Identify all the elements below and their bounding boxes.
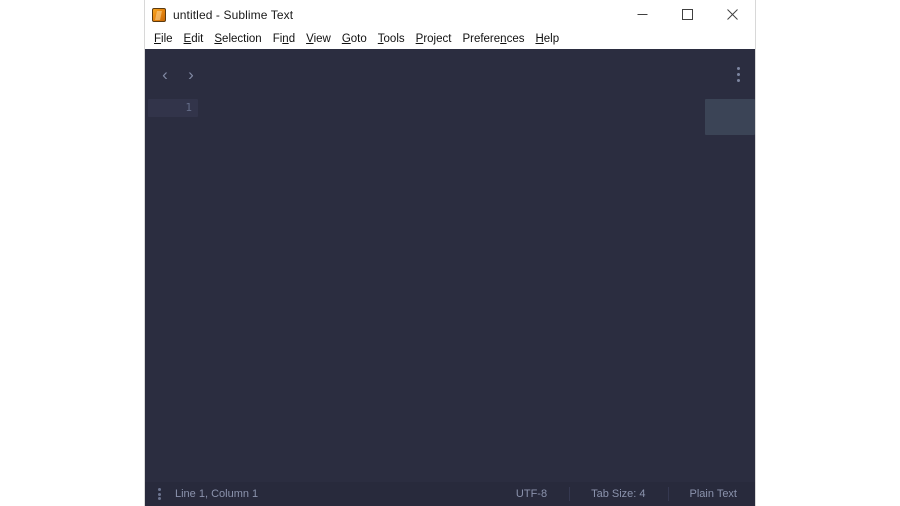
menu-item-label: Prefere (462, 33, 500, 45)
menu-item-label: elp (544, 33, 559, 45)
menu-item-label: dit (191, 33, 203, 45)
sublime-text-window: untitled - Sublime Text (145, 0, 755, 506)
menu-item-selection[interactable]: Selection (214, 32, 261, 46)
menu-item-label: iew (314, 33, 331, 45)
menu-item-label: ile (161, 33, 173, 45)
dot (737, 73, 740, 76)
status-more-options-icon[interactable] (158, 488, 161, 500)
maximize-icon (682, 9, 693, 20)
menu-item-label: d (289, 33, 295, 45)
menu-mnemonic: S (214, 33, 222, 45)
menu-item-label: roject (423, 33, 451, 45)
menu-mnemonic: G (342, 33, 351, 45)
tab-size-status[interactable]: Tab Size: 4 (569, 482, 667, 506)
minimize-button[interactable] (620, 0, 665, 29)
chevron-right-icon[interactable]: › (181, 66, 201, 83)
menu-item-label: ools (384, 33, 405, 45)
window-title: untitled - Sublime Text (173, 8, 293, 22)
menu-item-help[interactable]: Help (535, 32, 559, 46)
menu-mnemonic: F (154, 33, 161, 45)
menu-mnemonic: V (306, 33, 313, 45)
menu-item-preferences[interactable]: Preferences (462, 32, 524, 46)
window-controls (620, 0, 755, 29)
more-options-icon[interactable] (737, 67, 740, 82)
dot (737, 67, 740, 70)
cursor-position-status: Line 1, Column 1 (175, 488, 258, 500)
title-bar: untitled - Sublime Text (145, 0, 755, 29)
close-button[interactable] (710, 0, 755, 29)
menu-item-tools[interactable]: Tools (378, 32, 405, 46)
minimize-icon (637, 9, 648, 20)
menu-item-view[interactable]: View (306, 32, 331, 46)
menu-item-label: ces (507, 33, 525, 45)
status-bar-right-group: UTF-8 Tab Size: 4 Plain Text (494, 482, 755, 506)
maximize-button[interactable] (665, 0, 710, 29)
status-bar: Line 1, Column 1 UTF-8 Tab Size: 4 Plain… (145, 482, 755, 506)
menu-item-label: Fi (273, 33, 283, 45)
minimap-panel[interactable] (705, 99, 755, 135)
dot (158, 493, 161, 496)
dot (737, 79, 740, 82)
menu-mnemonic: H (535, 33, 543, 45)
menu-item-file[interactable]: File (154, 32, 173, 46)
editor-toolbar: ‹ › (145, 49, 755, 99)
dot (158, 497, 161, 500)
menu-item-project[interactable]: Project (416, 32, 452, 46)
menu-item-goto[interactable]: Goto (342, 32, 367, 46)
chevron-left-icon[interactable]: ‹ (155, 66, 175, 83)
line-number-gutter: 1 (148, 99, 192, 117)
menu-item-edit[interactable]: Edit (184, 32, 204, 46)
dot (158, 488, 161, 491)
sublime-text-logo-icon (152, 8, 166, 22)
editor-text-area[interactable]: 1 (145, 99, 755, 482)
close-icon (727, 9, 738, 20)
encoding-status[interactable]: UTF-8 (494, 482, 569, 506)
menu-item-find[interactable]: Find (273, 32, 295, 46)
menu-item-label: oto (351, 33, 367, 45)
menu-item-label: election (222, 33, 262, 45)
syntax-status[interactable]: Plain Text (668, 482, 756, 506)
menu-bar: File Edit Selection Find View Goto Tools… (145, 29, 755, 49)
